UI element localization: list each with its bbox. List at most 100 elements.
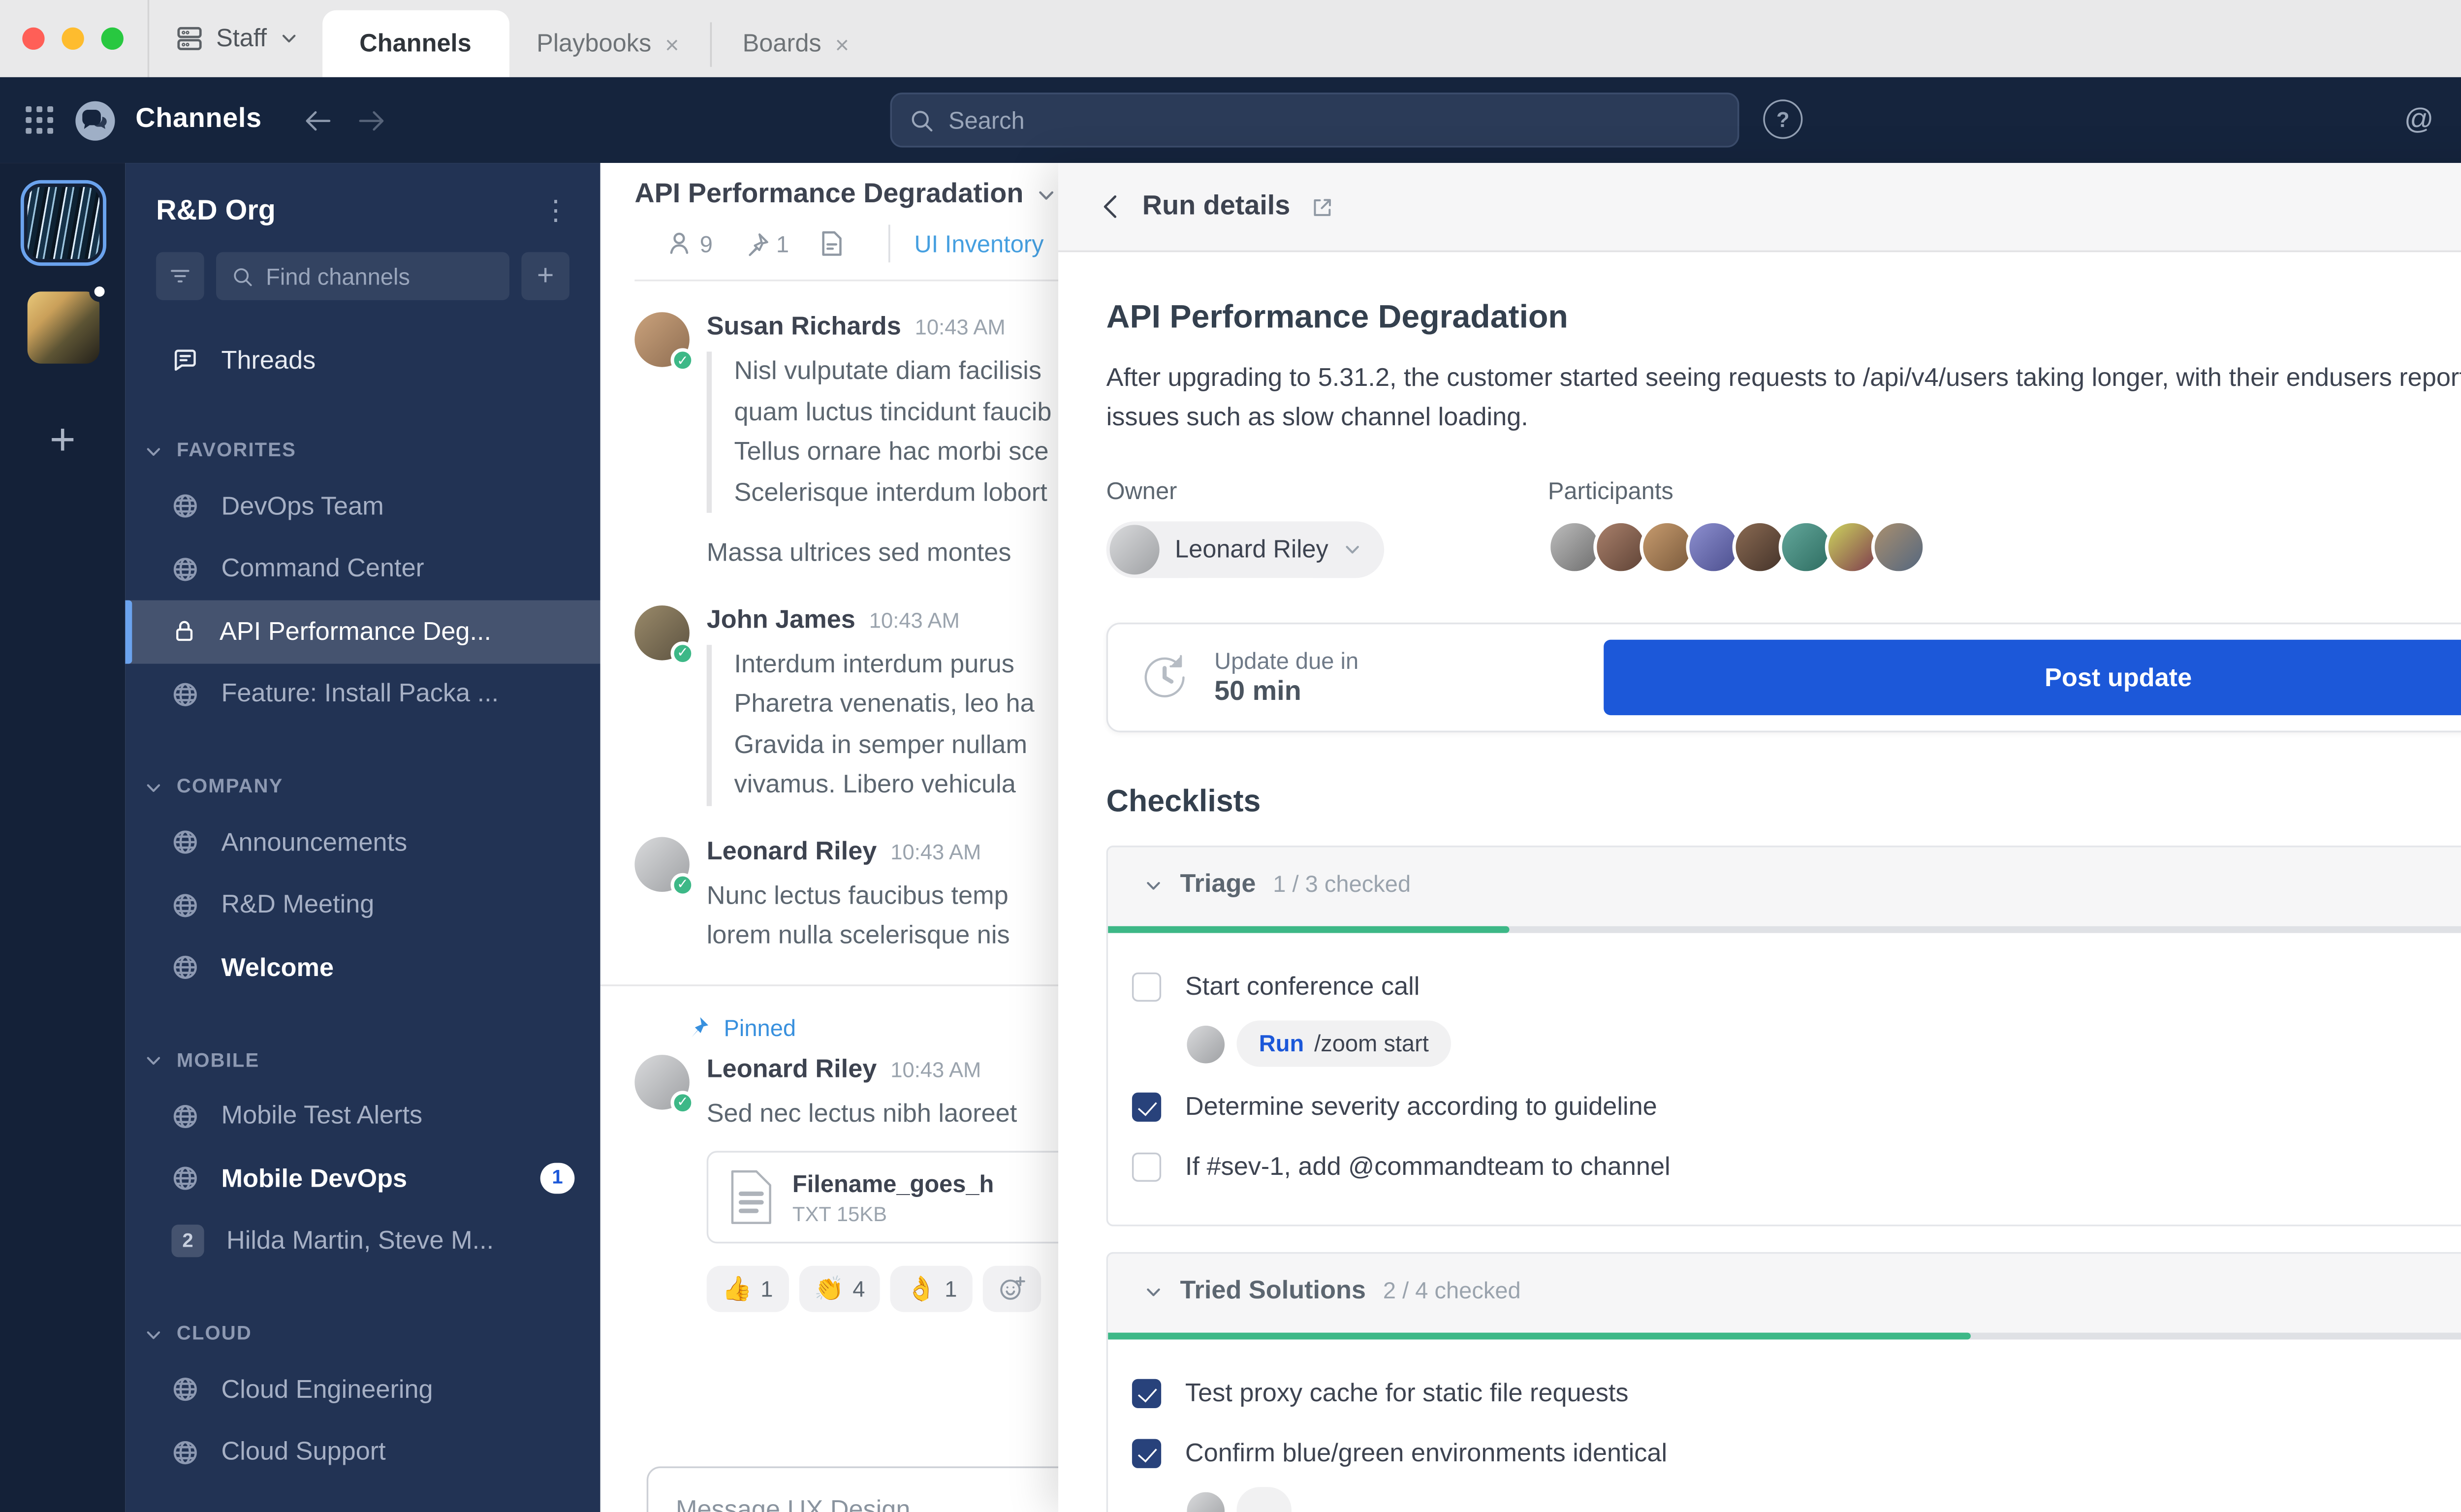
unread-badge: 1 [540,1163,575,1194]
panel-title: Run details [1142,191,1291,220]
section-header[interactable]: CLOUD [125,1310,600,1358]
checkbox[interactable] [1132,1152,1162,1182]
pin-icon [692,1017,709,1038]
channel-members-button[interactable]: 9 [665,230,713,257]
close-tab-icon[interactable]: × [835,30,850,58]
tab-channels[interactable]: Channels [321,10,509,77]
channel-title[interactable]: API Performance Degradation [634,180,1023,211]
message-author[interactable]: Leonard Riley [707,1054,877,1083]
pinned-posts-button[interactable]: 1 [744,231,789,256]
checkbox[interactable] [1132,1092,1162,1122]
update-due-value: 50 min [1214,676,1301,706]
team-button[interactable] [20,281,109,370]
team-menu-kebab-icon[interactable]: ⋮ [542,194,569,228]
sidebar-item-channel[interactable]: DevOps Team [125,475,600,537]
external-link-icon[interactable] [1311,195,1335,219]
forward-arrow-icon[interactable] [356,107,385,133]
team-name[interactable]: R&D Org [156,195,276,227]
tab-playbooks[interactable]: Playbooks × [509,10,706,77]
reaction-pill[interactable]: 👍 1 [706,1265,789,1312]
checkbox[interactable] [1132,1379,1162,1408]
message-author[interactable]: John James [707,604,855,633]
add-channel-button[interactable]: + [521,252,569,300]
section-header[interactable]: MOBILE [125,1037,600,1085]
message-author[interactable]: Leonard Riley [707,836,877,865]
checkbox[interactable] [1132,1439,1162,1468]
products-grid-icon[interactable] [24,105,55,136]
file-icon [822,231,842,256]
server-icon [175,24,204,53]
sidebar-item-channel[interactable]: Cloud Engineering [125,1358,600,1421]
add-reaction-button[interactable] [982,1265,1041,1312]
sidebar-item-channel[interactable]: Welcome [125,937,600,999]
section-header[interactable]: COMPANY [125,763,600,812]
sidebar-item-channel[interactable]: R&D Meeting [125,874,600,936]
command-text: /zoom start [1314,1031,1429,1057]
back-arrow-icon[interactable] [303,107,332,133]
window-tab-bar: Staff Channels Playbooks × Boards × [0,0,2461,77]
post-update-button[interactable]: Post update [1604,639,2461,716]
minimize-window-button[interactable] [62,27,84,50]
message-line: Interdum interdum purus [734,649,1014,679]
find-channels-input[interactable]: Find channels [216,252,509,300]
checklist-progress-fill [1108,926,1509,933]
quote-block: Interdum interdum purus Pharetra venenati… [706,644,1035,806]
sidebar-item-channel[interactable]: Announcements [125,811,600,874]
avatar: ✓ [634,604,695,665]
checklist-header[interactable]: Triage 1 / 3 checked [1108,847,2461,926]
message-timestamp: 10:43 AM [890,839,981,864]
team-button-active[interactable] [20,180,106,266]
sidebar-item-channel[interactable]: 2 Hilda Martin, Steve M... [125,1210,600,1272]
reaction-pill[interactable]: 👏 4 [798,1265,881,1312]
checkbox[interactable] [1132,972,1162,1002]
online-status-icon: ✓ [670,872,695,896]
checklist-status: 1 / 3 checked [1273,871,1411,897]
checklist-header[interactable]: Tried Solutions 2 / 4 checked [1108,1254,2461,1333]
mentions-icon[interactable]: @ [2404,103,2433,137]
channel-filter-button[interactable] [156,252,204,300]
run-name: API Performance Degradation [1106,300,1568,337]
help-icon[interactable]: ? [1763,99,1803,139]
back-chevron-icon[interactable] [1100,194,1122,220]
channel-header-link[interactable]: UI Inventory [914,230,1043,257]
checklist-progress-fill [1108,1332,1972,1340]
checklist-title: Triage [1180,869,1256,899]
sidebar-item-threads[interactable]: Threads [125,331,600,389]
avatar: ✓ [634,836,695,896]
update-due-label: Update due in [1214,647,1359,673]
run-command-pill[interactable]: Run /zoom start [1236,1020,1451,1067]
reaction-pill[interactable]: 👌 1 [890,1265,973,1312]
avatar [1187,1491,1225,1512]
section-header[interactable]: FAVORITES [125,427,600,475]
channel-label: Feature: Install Packa ... [221,679,499,709]
sidebar-item-channel[interactable]: API Performance Deg... [125,600,600,663]
reaction-count: 4 [852,1276,865,1302]
run-command-pill[interactable] [1236,1487,1292,1512]
chevron-down-icon[interactable] [1036,185,1056,206]
sidebar-item-channel[interactable]: Command Center [125,537,600,600]
search-input[interactable]: Search [890,93,1739,148]
sidebar-item-channel[interactable]: Mobile Test Alerts [125,1085,600,1147]
tab-boards[interactable]: Boards × [715,10,877,77]
channel-files-button[interactable] [820,230,844,257]
reaction-count: 1 [760,1276,773,1302]
owner-label: Owner [1106,476,1177,504]
sidebar-item-channel[interactable]: Mobile DevOps 1 [125,1147,600,1210]
close-tab-icon[interactable]: × [665,30,679,58]
participant-avatar[interactable] [1872,519,1927,575]
channel-label: Welcome [221,953,334,982]
zoom-window-button[interactable] [101,27,124,50]
add-team-button[interactable]: + [50,413,76,467]
channel-label: DevOps Team [221,492,384,521]
channel-label: Hilda Martin, Steve M... [226,1227,494,1256]
owner-select[interactable]: Leonard Riley [1106,521,1385,578]
sidebar-item-channel[interactable]: Cloud Support [125,1421,600,1483]
message-timestamp: 10:43 AM [890,1057,981,1082]
message-line: Pharetra venenatis, leo ha [734,689,1035,719]
sidebar-section-company: COMPANY Announcements R&D Meeting Welcome [125,763,600,999]
online-status-icon: ✓ [670,1090,695,1114]
server-menu[interactable]: Staff [149,24,321,53]
message-author[interactable]: Susan Richards [707,312,901,341]
sidebar-item-channel[interactable]: Feature: Install Packa ... [125,663,600,725]
close-window-button[interactable] [22,27,45,50]
